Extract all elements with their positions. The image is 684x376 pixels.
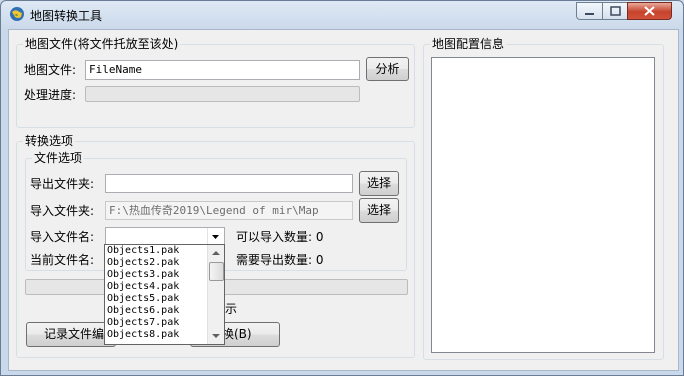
window-title: 地图转换工具 <box>30 9 103 23</box>
maximize-icon <box>610 6 621 16</box>
close-button[interactable] <box>627 2 672 20</box>
chevron-down-icon <box>212 235 219 239</box>
scroll-down-button[interactable] <box>208 328 224 344</box>
export-folder-label: 导出文件夹: <box>30 177 95 191</box>
export-folder-browse-button[interactable]: 选择 <box>359 171 399 196</box>
scroll-up-button[interactable] <box>208 245 224 261</box>
main-window: 地图转换工具 地图文件(将文件托放至该处) 地图文件: FileName 分析 … <box>0 0 684 376</box>
export-needed-count: 需要导出数量: 0 <box>236 253 324 267</box>
chevron-down-icon <box>212 334 220 338</box>
map-file-label: 地图文件: <box>24 63 77 77</box>
close-icon <box>644 6 655 16</box>
record-file-button[interactable]: 记录文件编 <box>26 322 116 347</box>
import-folder-input[interactable]: F:\热血传奇2019\Legend of mir\Map <box>105 201 353 220</box>
minimize-icon <box>585 13 594 15</box>
map-config-group-legend: 地图配置信息 <box>430 37 507 51</box>
app-icon <box>10 7 24 21</box>
importable-count: 可以导入数量: 0 <box>236 230 324 244</box>
map-config-list[interactable] <box>431 57 655 353</box>
dropdown-scrollbar[interactable] <box>207 245 224 344</box>
analyze-button[interactable]: 分析 <box>366 57 409 81</box>
import-folder-browse-button[interactable]: 选择 <box>359 198 399 223</box>
scroll-thumb[interactable] <box>209 262 224 281</box>
combo-dropdown-button[interactable] <box>207 228 224 245</box>
export-folder-input[interactable] <box>105 174 353 193</box>
current-filename-label: 当前文件名: <box>30 253 95 267</box>
file-options-legend: 文件选项 <box>32 151 85 165</box>
progress-bar <box>85 86 360 102</box>
convert-options-legend: 转换选项 <box>23 134 76 148</box>
import-folder-label: 导入文件夹: <box>30 204 95 218</box>
map-file-group-legend: 地图文件(将文件托放至该处) <box>23 37 181 51</box>
import-filename-dropdown[interactable]: Objects1.pak Objects2.pak Objects3.pak O… <box>104 244 225 345</box>
map-file-input[interactable]: FileName <box>85 60 360 80</box>
progress-label: 处理进度: <box>24 88 77 102</box>
minimize-button[interactable] <box>576 2 603 20</box>
title-bar[interactable]: 地图转换工具 <box>1 1 683 29</box>
import-filename-label: 导入文件名: <box>30 230 95 244</box>
maximize-button[interactable] <box>602 2 628 20</box>
partial-label-text: 示 <box>225 302 238 316</box>
chevron-up-icon <box>212 251 220 255</box>
